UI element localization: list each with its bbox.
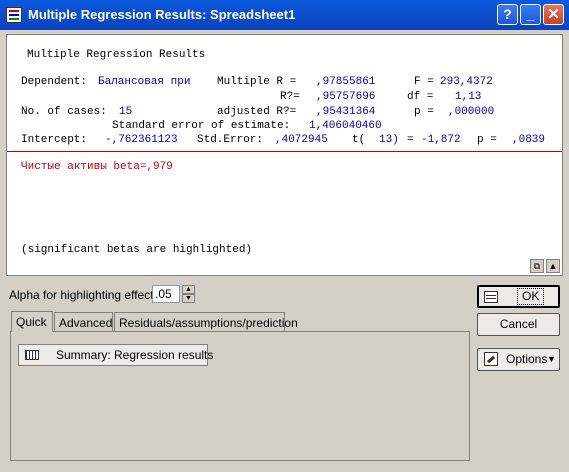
spin-up-icon[interactable]: ▲: [182, 285, 195, 294]
tab-advanced[interactable]: Advanced: [54, 312, 113, 332]
r2-value: ,95757696: [316, 91, 376, 103]
t-label: t(: [352, 134, 366, 146]
std-err-value: 1,406040460: [309, 120, 382, 132]
minimize-button[interactable]: _: [520, 4, 541, 25]
spreadsheet-icon: [484, 291, 498, 303]
cancel-button[interactable]: Cancel: [477, 313, 560, 336]
df-value: 1,13: [455, 91, 482, 103]
options-label: Options: [506, 352, 548, 366]
summary-label: Summary: Regression results: [56, 348, 214, 362]
ok-button[interactable]: OK: [477, 285, 560, 308]
intercept-p-label: p =: [477, 134, 497, 146]
intercept-value: -,762361123: [105, 134, 178, 146]
close-button[interactable]: ✕: [543, 4, 564, 25]
df-label: df =: [407, 91, 434, 103]
ok-label: OK: [517, 288, 545, 305]
intercept-label: Intercept:: [21, 134, 88, 146]
scroll-up-icon[interactable]: ▲: [546, 259, 560, 273]
window-title: Multiple Regression Results: Spreadsheet…: [28, 7, 296, 22]
f-value: 293,4372: [440, 76, 493, 88]
footnote: (significant betas are highlighted): [21, 244, 253, 256]
title-bar: Multiple Regression Results: Spreadsheet…: [0, 0, 569, 30]
alpha-label: Alpha for highlighting effects:: [9, 288, 163, 302]
adj-r2-value: ,95431364: [316, 106, 376, 118]
options-icon: [484, 352, 498, 366]
std-err-label: Standard error of estimate:: [112, 120, 291, 132]
multiple-r-label: Multiple R =: [217, 76, 297, 88]
t-value: -1,872: [421, 134, 461, 146]
tab-quick[interactable]: Quick: [11, 311, 53, 332]
p-value: ,000000: [448, 106, 495, 118]
alpha-input[interactable]: .05: [152, 285, 180, 303]
adj-r2-label: adjusted R?=: [217, 106, 297, 118]
report-separator: [7, 151, 562, 152]
intercept-se-value: ,4072945: [275, 134, 328, 146]
results-report[interactable]: Multiple Regression Results Dependent: Б…: [6, 34, 563, 276]
intercept-p-value: ,0839: [512, 134, 546, 146]
tab-residuals[interactable]: Residuals/assumptions/prediction: [114, 312, 298, 332]
dependent-label: Dependent:: [21, 76, 88, 88]
t-df: 13): [379, 134, 399, 146]
help-button[interactable]: ?: [497, 4, 518, 25]
chevron-down-icon: ▼: [547, 354, 556, 364]
table-icon: [25, 350, 39, 360]
spin-down-icon[interactable]: ▼: [182, 294, 195, 303]
t-equals: =: [407, 134, 414, 146]
p-label: p =: [414, 106, 434, 118]
beta-line: Чистые активы beta=,979: [21, 161, 173, 173]
report-heading: Multiple Regression Results: [27, 49, 206, 61]
summary-regression-button[interactable]: Summary: Regression results: [18, 344, 213, 366]
app-icon: [6, 7, 22, 23]
copy-icon[interactable]: ⧉: [530, 259, 544, 273]
cases-label: No. of cases:: [21, 106, 107, 118]
intercept-se-label: Std.Error:: [197, 134, 264, 146]
cases-value: 15: [119, 106, 133, 118]
f-label: F =: [414, 76, 434, 88]
options-button[interactable]: Options ▼: [477, 348, 560, 371]
r2-label: R?=: [280, 91, 300, 103]
multiple-r-value: ,97855861: [316, 76, 376, 88]
dependent-value: Балансовая при: [98, 76, 191, 88]
